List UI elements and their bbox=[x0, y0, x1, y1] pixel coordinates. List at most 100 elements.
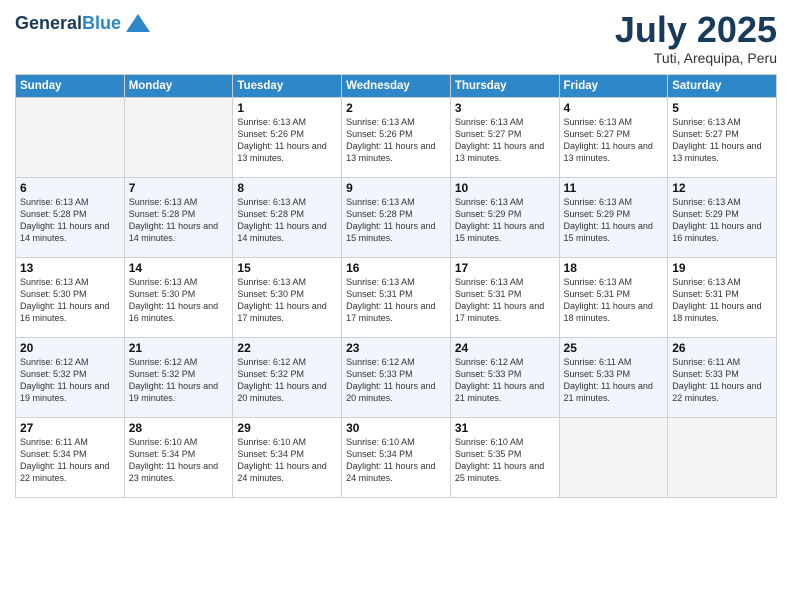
calendar-cell: 12Sunrise: 6:13 AMSunset: 5:29 PMDayligh… bbox=[668, 177, 777, 257]
day-detail: Sunrise: 6:13 AMSunset: 5:29 PMDaylight:… bbox=[564, 196, 664, 245]
calendar-cell: 30Sunrise: 6:10 AMSunset: 5:34 PMDayligh… bbox=[342, 417, 451, 497]
day-detail: Sunrise: 6:13 AMSunset: 5:30 PMDaylight:… bbox=[129, 276, 229, 325]
calendar-header-tuesday: Tuesday bbox=[233, 74, 342, 97]
day-detail: Sunrise: 6:12 AMSunset: 5:32 PMDaylight:… bbox=[237, 356, 337, 405]
header: GeneralBlue July 2025 Tuti, Arequipa, Pe… bbox=[15, 10, 777, 66]
day-detail: Sunrise: 6:12 AMSunset: 5:33 PMDaylight:… bbox=[455, 356, 555, 405]
calendar-cell: 8Sunrise: 6:13 AMSunset: 5:28 PMDaylight… bbox=[233, 177, 342, 257]
day-number: 23 bbox=[346, 341, 446, 355]
day-detail: Sunrise: 6:12 AMSunset: 5:33 PMDaylight:… bbox=[346, 356, 446, 405]
day-number: 17 bbox=[455, 261, 555, 275]
day-detail: Sunrise: 6:13 AMSunset: 5:27 PMDaylight:… bbox=[672, 116, 772, 165]
logo-icon bbox=[124, 10, 152, 38]
logo-text: GeneralBlue bbox=[15, 14, 121, 34]
page: GeneralBlue July 2025 Tuti, Arequipa, Pe… bbox=[0, 0, 792, 612]
day-number: 29 bbox=[237, 421, 337, 435]
day-number: 5 bbox=[672, 101, 772, 115]
calendar-header-monday: Monday bbox=[124, 74, 233, 97]
logo: GeneralBlue bbox=[15, 10, 152, 38]
day-number: 30 bbox=[346, 421, 446, 435]
day-detail: Sunrise: 6:13 AMSunset: 5:26 PMDaylight:… bbox=[237, 116, 337, 165]
day-detail: Sunrise: 6:12 AMSunset: 5:32 PMDaylight:… bbox=[129, 356, 229, 405]
day-number: 10 bbox=[455, 181, 555, 195]
calendar-header-thursday: Thursday bbox=[450, 74, 559, 97]
calendar-cell: 4Sunrise: 6:13 AMSunset: 5:27 PMDaylight… bbox=[559, 97, 668, 177]
calendar-header-friday: Friday bbox=[559, 74, 668, 97]
calendar-week-1: 1Sunrise: 6:13 AMSunset: 5:26 PMDaylight… bbox=[16, 97, 777, 177]
day-number: 31 bbox=[455, 421, 555, 435]
calendar-cell: 31Sunrise: 6:10 AMSunset: 5:35 PMDayligh… bbox=[450, 417, 559, 497]
day-detail: Sunrise: 6:13 AMSunset: 5:30 PMDaylight:… bbox=[20, 276, 120, 325]
calendar-cell: 10Sunrise: 6:13 AMSunset: 5:29 PMDayligh… bbox=[450, 177, 559, 257]
calendar-cell: 29Sunrise: 6:10 AMSunset: 5:34 PMDayligh… bbox=[233, 417, 342, 497]
calendar-cell: 15Sunrise: 6:13 AMSunset: 5:30 PMDayligh… bbox=[233, 257, 342, 337]
calendar-cell: 23Sunrise: 6:12 AMSunset: 5:33 PMDayligh… bbox=[342, 337, 451, 417]
day-number: 25 bbox=[564, 341, 664, 355]
day-number: 18 bbox=[564, 261, 664, 275]
day-number: 24 bbox=[455, 341, 555, 355]
day-detail: Sunrise: 6:13 AMSunset: 5:26 PMDaylight:… bbox=[346, 116, 446, 165]
day-number: 7 bbox=[129, 181, 229, 195]
day-detail: Sunrise: 6:13 AMSunset: 5:31 PMDaylight:… bbox=[455, 276, 555, 325]
month-title: July 2025 bbox=[615, 10, 777, 50]
day-number: 1 bbox=[237, 101, 337, 115]
calendar-cell: 27Sunrise: 6:11 AMSunset: 5:34 PMDayligh… bbox=[16, 417, 125, 497]
day-number: 27 bbox=[20, 421, 120, 435]
calendar-cell: 24Sunrise: 6:12 AMSunset: 5:33 PMDayligh… bbox=[450, 337, 559, 417]
calendar-cell: 1Sunrise: 6:13 AMSunset: 5:26 PMDaylight… bbox=[233, 97, 342, 177]
day-detail: Sunrise: 6:10 AMSunset: 5:34 PMDaylight:… bbox=[237, 436, 337, 485]
calendar-week-2: 6Sunrise: 6:13 AMSunset: 5:28 PMDaylight… bbox=[16, 177, 777, 257]
calendar-cell: 16Sunrise: 6:13 AMSunset: 5:31 PMDayligh… bbox=[342, 257, 451, 337]
calendar-cell: 20Sunrise: 6:12 AMSunset: 5:32 PMDayligh… bbox=[16, 337, 125, 417]
calendar-header-wednesday: Wednesday bbox=[342, 74, 451, 97]
day-detail: Sunrise: 6:13 AMSunset: 5:31 PMDaylight:… bbox=[564, 276, 664, 325]
day-number: 8 bbox=[237, 181, 337, 195]
calendar-cell: 17Sunrise: 6:13 AMSunset: 5:31 PMDayligh… bbox=[450, 257, 559, 337]
calendar-cell: 3Sunrise: 6:13 AMSunset: 5:27 PMDaylight… bbox=[450, 97, 559, 177]
day-detail: Sunrise: 6:13 AMSunset: 5:29 PMDaylight:… bbox=[455, 196, 555, 245]
calendar-cell: 21Sunrise: 6:12 AMSunset: 5:32 PMDayligh… bbox=[124, 337, 233, 417]
day-detail: Sunrise: 6:13 AMSunset: 5:28 PMDaylight:… bbox=[129, 196, 229, 245]
calendar-cell: 25Sunrise: 6:11 AMSunset: 5:33 PMDayligh… bbox=[559, 337, 668, 417]
calendar-cell: 7Sunrise: 6:13 AMSunset: 5:28 PMDaylight… bbox=[124, 177, 233, 257]
day-number: 12 bbox=[672, 181, 772, 195]
calendar-header-sunday: Sunday bbox=[16, 74, 125, 97]
day-number: 2 bbox=[346, 101, 446, 115]
day-detail: Sunrise: 6:13 AMSunset: 5:31 PMDaylight:… bbox=[672, 276, 772, 325]
day-detail: Sunrise: 6:10 AMSunset: 5:34 PMDaylight:… bbox=[129, 436, 229, 485]
day-number: 15 bbox=[237, 261, 337, 275]
calendar-cell: 26Sunrise: 6:11 AMSunset: 5:33 PMDayligh… bbox=[668, 337, 777, 417]
day-number: 19 bbox=[672, 261, 772, 275]
day-number: 16 bbox=[346, 261, 446, 275]
calendar-cell: 18Sunrise: 6:13 AMSunset: 5:31 PMDayligh… bbox=[559, 257, 668, 337]
calendar: SundayMondayTuesdayWednesdayThursdayFrid… bbox=[15, 74, 777, 498]
day-number: 20 bbox=[20, 341, 120, 355]
calendar-cell: 5Sunrise: 6:13 AMSunset: 5:27 PMDaylight… bbox=[668, 97, 777, 177]
location: Tuti, Arequipa, Peru bbox=[615, 50, 777, 66]
day-number: 26 bbox=[672, 341, 772, 355]
day-detail: Sunrise: 6:13 AMSunset: 5:29 PMDaylight:… bbox=[672, 196, 772, 245]
calendar-cell: 22Sunrise: 6:12 AMSunset: 5:32 PMDayligh… bbox=[233, 337, 342, 417]
day-detail: Sunrise: 6:13 AMSunset: 5:31 PMDaylight:… bbox=[346, 276, 446, 325]
day-number: 14 bbox=[129, 261, 229, 275]
calendar-week-3: 13Sunrise: 6:13 AMSunset: 5:30 PMDayligh… bbox=[16, 257, 777, 337]
calendar-header-saturday: Saturday bbox=[668, 74, 777, 97]
calendar-cell: 6Sunrise: 6:13 AMSunset: 5:28 PMDaylight… bbox=[16, 177, 125, 257]
day-number: 13 bbox=[20, 261, 120, 275]
day-detail: Sunrise: 6:13 AMSunset: 5:30 PMDaylight:… bbox=[237, 276, 337, 325]
day-number: 3 bbox=[455, 101, 555, 115]
calendar-cell: 2Sunrise: 6:13 AMSunset: 5:26 PMDaylight… bbox=[342, 97, 451, 177]
calendar-cell bbox=[668, 417, 777, 497]
calendar-cell: 19Sunrise: 6:13 AMSunset: 5:31 PMDayligh… bbox=[668, 257, 777, 337]
day-detail: Sunrise: 6:10 AMSunset: 5:35 PMDaylight:… bbox=[455, 436, 555, 485]
day-number: 28 bbox=[129, 421, 229, 435]
calendar-week-4: 20 Sunrise: 6:12 AMSunset: 5:32 PMDayligh… bbox=[16, 337, 777, 417]
title-block: July 2025 Tuti, Arequipa, Peru bbox=[615, 10, 777, 66]
calendar-week-5: 27Sunrise: 6:11 AMSunset: 5:34 PMDayligh… bbox=[16, 417, 777, 497]
calendar-cell: 14Sunrise: 6:13 AMSunset: 5:30 PMDayligh… bbox=[124, 257, 233, 337]
day-detail: Sunrise: 6:13 AMSunset: 5:28 PMDaylight:… bbox=[346, 196, 446, 245]
day-detail: Sunrise: 6:10 AMSunset: 5:34 PMDaylight:… bbox=[346, 436, 446, 485]
day-number: 11 bbox=[564, 181, 664, 195]
day-number: 9 bbox=[346, 181, 446, 195]
calendar-cell bbox=[124, 97, 233, 177]
